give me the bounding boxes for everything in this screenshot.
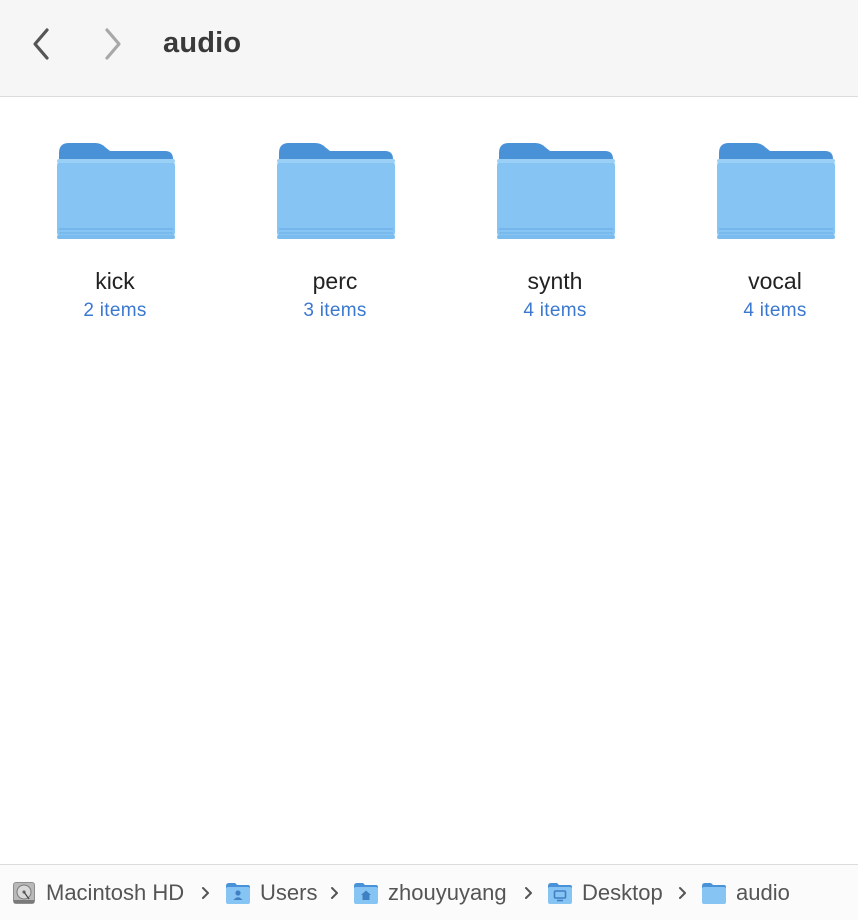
folder-name: synth — [527, 268, 583, 294]
path-item-audio[interactable]: audio — [701, 877, 790, 909]
folder-item-kick[interactable]: kick 2 items — [35, 137, 195, 337]
folder-item-count: 4 items — [523, 300, 587, 321]
desktop-folder-icon — [548, 883, 572, 904]
path-item-label: zhouyuyang — [388, 880, 507, 905]
folder-item-synth[interactable]: synth 4 items — [475, 137, 635, 337]
path-item-zhouyuyang[interactable]: zhouyuyang — [353, 877, 507, 909]
users-folder-icon — [226, 883, 250, 904]
path-separator — [199, 877, 213, 909]
path-item-label: Users — [260, 880, 318, 905]
path-item-users[interactable]: Users — [225, 877, 317, 909]
folder-item-vocal[interactable]: vocal 4 items — [695, 137, 855, 337]
path-item-label: Macintosh HD — [46, 880, 185, 905]
forward-button[interactable] — [95, 24, 131, 64]
folder-item-perc[interactable]: perc 3 items — [255, 137, 415, 337]
folder-icon — [57, 143, 175, 239]
path-item-desktop[interactable]: Desktop — [547, 877, 663, 909]
folder-name: vocal — [748, 268, 802, 294]
folder-icon — [277, 143, 395, 239]
path-bar: Macintosh HD Users zhouyuyang Desktop au… — [0, 864, 858, 920]
chevron-right-icon — [525, 887, 532, 899]
folder-icon — [717, 143, 835, 239]
folder-icon — [497, 143, 615, 239]
home-folder-icon — [354, 883, 378, 904]
window-title: audio — [163, 27, 242, 59]
folder-name: perc — [312, 268, 358, 294]
finder-window: audio kick 2 items perc 3 items synth 4 … — [0, 0, 858, 920]
toolbar: audio — [0, 0, 858, 97]
folder-name: kick — [95, 268, 135, 294]
hard-drive-icon — [13, 882, 35, 904]
chevron-right-icon — [202, 887, 209, 899]
chevron-right-icon — [679, 887, 686, 899]
chevron-right-icon — [105, 28, 121, 60]
folder-icon — [702, 883, 726, 904]
folder-item-count: 3 items — [303, 300, 367, 321]
folder-item-count: 4 items — [743, 300, 807, 321]
path-item-label: audio — [736, 880, 790, 905]
back-button[interactable] — [23, 24, 59, 64]
folder-item-count: 2 items — [83, 300, 147, 321]
path-item-label: Desktop — [582, 880, 663, 905]
path-separator — [676, 877, 690, 909]
path-separator — [522, 877, 536, 909]
chevron-left-icon — [33, 28, 49, 60]
path-item-macintosh-hd[interactable]: Macintosh HD — [11, 877, 184, 909]
path-separator — [328, 877, 342, 909]
folder-grid: kick 2 items perc 3 items synth 4 items … — [0, 97, 858, 863]
chevron-right-icon — [331, 887, 338, 899]
